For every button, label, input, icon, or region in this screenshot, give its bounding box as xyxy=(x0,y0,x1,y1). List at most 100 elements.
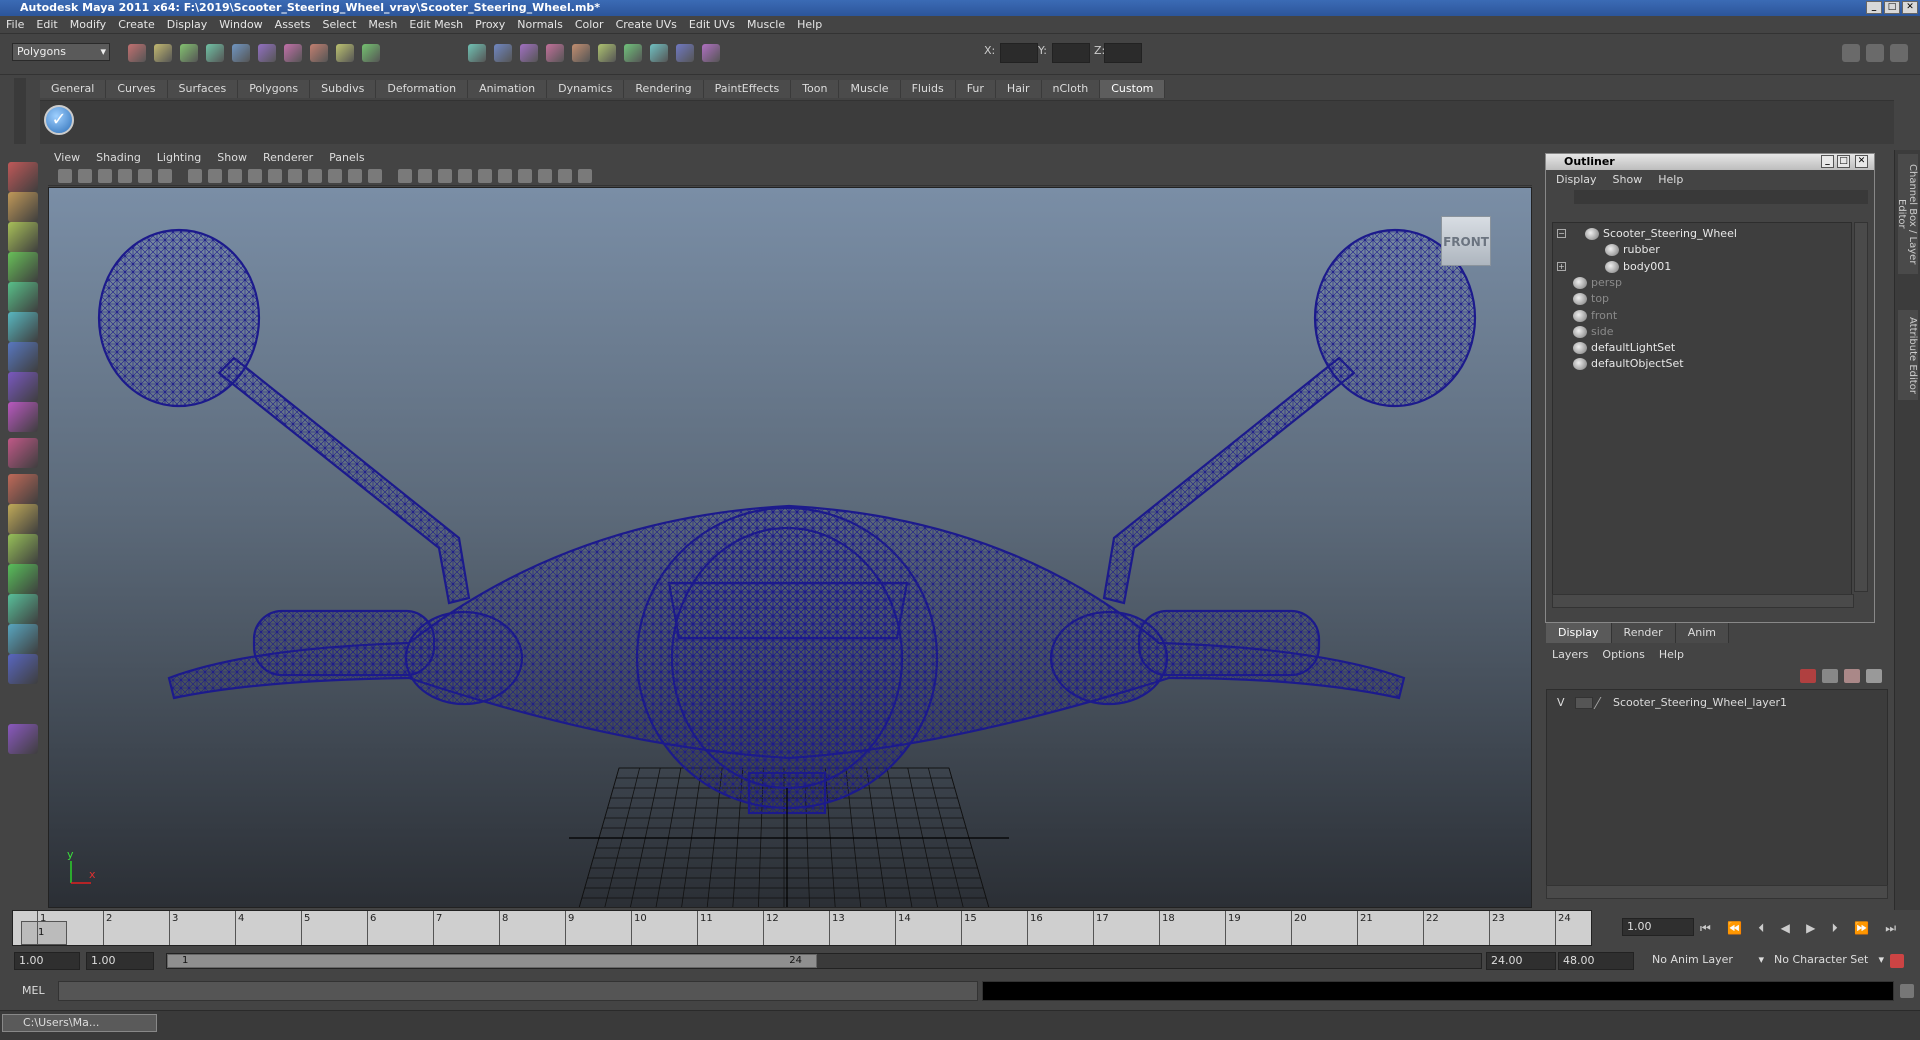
rotate-tool-icon[interactable] xyxy=(8,282,38,312)
menu-edit-mesh[interactable]: Edit Mesh xyxy=(409,18,463,31)
outliner-item-persp[interactable]: persp xyxy=(1553,274,1851,292)
expand-toggle-icon[interactable]: + xyxy=(1557,261,1566,271)
viewport-tool-icon[interactable] xyxy=(248,169,262,183)
save-scene-icon[interactable] xyxy=(180,44,198,62)
menu-normals[interactable]: Normals xyxy=(517,18,563,31)
start-time-field[interactable]: 1.00 xyxy=(14,952,80,970)
viewport-tool-icon[interactable] xyxy=(538,169,552,183)
snap-grid-icon[interactable] xyxy=(284,44,302,62)
attribute-editor-toggle-icon[interactable] xyxy=(1890,44,1908,62)
mel-input[interactable] xyxy=(58,981,978,1001)
outliner-layout-icon[interactable] xyxy=(8,534,38,564)
viewport-tool-icon[interactable] xyxy=(188,169,202,183)
hypershade-icon[interactable] xyxy=(598,44,616,62)
layer-menu-layers[interactable]: Layers xyxy=(1552,648,1588,661)
outliner-item-front[interactable]: front xyxy=(1553,307,1851,325)
menu-edit[interactable]: Edit xyxy=(36,18,57,31)
viewport-tool-icon[interactable] xyxy=(348,169,362,183)
maximize-icon[interactable]: □ xyxy=(1884,1,1900,14)
layer-visibility-toggle[interactable]: V xyxy=(1557,694,1565,712)
move-tool-icon[interactable] xyxy=(8,252,38,282)
channel-box-tab[interactable]: Channel Box / Layer Editor xyxy=(1896,154,1918,274)
time-slider[interactable]: 1 1 2 3 4 5 6 7 8 9 10 11 12 13 14 15 16 17 18 19 20 21 22 23 2… xyxy=(12,910,1592,946)
minimize-icon[interactable]: _ xyxy=(1866,1,1882,14)
front-viewport[interactable]: FRONT y x xyxy=(48,187,1532,908)
step-back-key-icon[interactable]: ⏪ xyxy=(1727,921,1742,935)
outliner-item-scooter-steering-wheel[interactable]: Scooter_Steering_Wheel − xyxy=(1553,225,1851,243)
attribute-editor-tab[interactable]: Attribute Editor xyxy=(1898,310,1918,400)
outliner-item-defaultobjectset[interactable]: defaultObjectSet xyxy=(1553,355,1851,373)
viewport-tool-icon[interactable] xyxy=(328,169,342,183)
viewport-tool-icon[interactable] xyxy=(158,169,172,183)
render-icon[interactable] xyxy=(520,44,538,62)
menu-help[interactable]: Help xyxy=(797,18,822,31)
menu-file[interactable]: File xyxy=(6,18,24,31)
viewport-tool-icon[interactable] xyxy=(558,169,572,183)
viewport-menu-panels[interactable]: Panels xyxy=(329,151,364,164)
shelf-tab-curves[interactable]: Curves xyxy=(106,80,168,98)
menu-window[interactable]: Window xyxy=(219,18,262,31)
viewport-menu-lighting[interactable]: Lighting xyxy=(157,151,201,164)
soft-mod-icon[interactable] xyxy=(8,372,38,402)
shelf-tab-hair[interactable]: Hair xyxy=(995,80,1042,98)
menu-muscle[interactable]: Muscle xyxy=(747,18,785,31)
shelf-tab-fluids[interactable]: Fluids xyxy=(900,80,956,98)
playback-end-field[interactable]: 24.00 xyxy=(1486,952,1556,970)
outliner-menu-show[interactable]: Show xyxy=(1613,173,1643,186)
layer-menu-options[interactable]: Options xyxy=(1602,648,1644,661)
shelf-handle[interactable] xyxy=(14,78,26,144)
viewport-tool-icon[interactable] xyxy=(458,169,472,183)
outliner-item-side[interactable]: side xyxy=(1553,323,1851,341)
viewport-tool-icon[interactable] xyxy=(478,169,492,183)
outliner-item-defaultlightset[interactable]: defaultLightSet xyxy=(1553,339,1851,357)
show-manip-icon[interactable] xyxy=(8,402,38,432)
outliner-horizontal-scrollbar[interactable] xyxy=(1552,594,1854,608)
viewport-tool-icon[interactable] xyxy=(138,169,152,183)
menu-display[interactable]: Display xyxy=(167,18,208,31)
shelf-tab-custom[interactable]: Custom xyxy=(1100,80,1166,98)
layer-tab-anim[interactable]: Anim xyxy=(1675,623,1729,643)
viewport-tool-icon[interactable] xyxy=(398,169,412,183)
outliner-menu-help[interactable]: Help xyxy=(1658,173,1683,186)
step-forward-key-icon[interactable]: ⏩ xyxy=(1854,921,1869,935)
hypershade-layout-icon[interactable] xyxy=(8,594,38,624)
viewport-tool-icon[interactable] xyxy=(518,169,532,183)
select-component-icon[interactable] xyxy=(258,44,276,62)
close-icon[interactable]: ✕ xyxy=(1855,155,1868,168)
menu-create[interactable]: Create xyxy=(118,18,155,31)
channel-box-toggle-icon[interactable] xyxy=(1866,44,1884,62)
layer-type-toggle[interactable] xyxy=(1575,697,1593,709)
layer-row[interactable]: V Scooter_Steering_Wheel_layer1 xyxy=(1547,694,1887,712)
history-icon[interactable] xyxy=(494,44,512,62)
shelf-tab-rendering[interactable]: Rendering xyxy=(624,80,704,98)
viewport-tool-icon[interactable] xyxy=(268,169,282,183)
go-to-start-icon[interactable]: ⏮ xyxy=(1700,921,1711,936)
range-slider-track[interactable]: 1 24 xyxy=(166,953,1482,969)
x-field[interactable] xyxy=(1000,43,1038,63)
maximize-icon[interactable]: □ xyxy=(1837,155,1850,168)
shelf-tab-toon[interactable]: Toon xyxy=(791,80,840,98)
shelf-tab-painteffects[interactable]: PaintEffects xyxy=(703,80,792,98)
outliner-title-bar[interactable]: Outliner _ □ ✕ xyxy=(1546,154,1874,170)
shelf-tab-surfaces[interactable]: Surfaces xyxy=(167,80,239,98)
shelf-tab-fur[interactable]: Fur xyxy=(955,80,996,98)
layer-horizontal-scrollbar[interactable] xyxy=(1546,885,1888,899)
outliner-item-rubber[interactable]: rubber xyxy=(1553,241,1851,259)
menu-edit-uvs[interactable]: Edit UVs xyxy=(689,18,735,31)
new-layer-icon[interactable] xyxy=(1844,669,1860,683)
panel-layout-icon[interactable] xyxy=(1842,44,1860,62)
script-editor-icon[interactable] xyxy=(1900,984,1914,998)
scale-tool-icon[interactable] xyxy=(8,312,38,342)
time-cursor[interactable]: 1 xyxy=(21,921,67,945)
layer-icon[interactable] xyxy=(702,44,720,62)
shelf-tab-muscle[interactable]: Muscle xyxy=(839,80,901,98)
new-scene-icon[interactable] xyxy=(128,44,146,62)
shelf-tab-dynamics[interactable]: Dynamics xyxy=(547,80,625,98)
go-to-end-icon[interactable]: ⏭ xyxy=(1885,921,1896,936)
menu-modify[interactable]: Modify xyxy=(70,18,106,31)
viewport-tool-icon[interactable] xyxy=(58,169,72,183)
anim-layer-selector[interactable]: No Anim Layer ▾ xyxy=(1648,952,1766,970)
manipulator-icon[interactable] xyxy=(8,342,38,372)
menu-set-selector[interactable]: Polygons ▾ xyxy=(12,43,110,61)
viewport-tool-icon[interactable] xyxy=(118,169,132,183)
